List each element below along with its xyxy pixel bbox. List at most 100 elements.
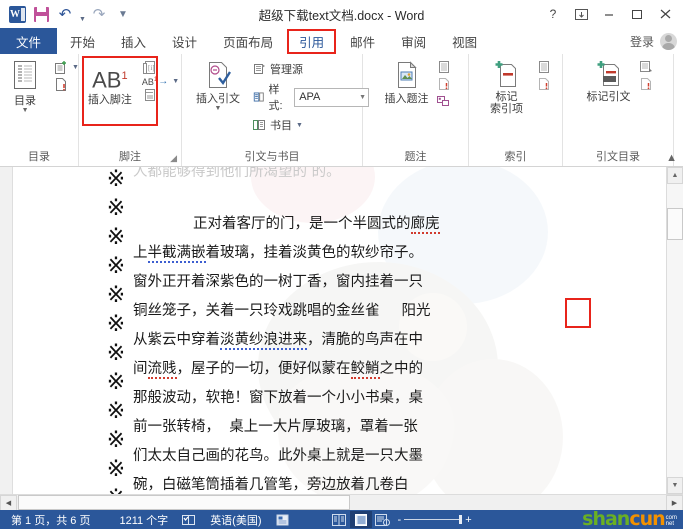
insert-footnote-button[interactable]: AB1 插入脚注 (81, 58, 139, 110)
add-text-dropdown-icon[interactable]: ▼ (72, 64, 79, 71)
ribbon-display-options-button[interactable] (567, 2, 595, 26)
tab-insert[interactable]: 插入 (108, 28, 159, 54)
next-footnote-button[interactable]: AB1 → ▼ (142, 76, 179, 87)
word-logo-icon: W (6, 3, 28, 25)
zoom-slider[interactable]: - + (394, 514, 476, 526)
manage-sources-button[interactable]: 管理源 (252, 61, 369, 77)
footnote-dialog-launcher[interactable]: ◢ (170, 153, 177, 164)
sign-in-area[interactable]: 登录 (630, 28, 683, 54)
manage-sources-icon (254, 64, 265, 74)
language-status[interactable]: 英语(美国) (203, 512, 268, 528)
insert-caption-icon (397, 61, 417, 88)
insert-caption-label: 插入题注 (384, 93, 429, 105)
watermark-text-part2: cun (629, 508, 665, 530)
save-icon[interactable] (30, 3, 52, 25)
window-controls: ? (539, 2, 683, 26)
show-notes-button[interactable] (142, 88, 179, 102)
toc-button[interactable]: 目录 ▼ (0, 58, 51, 116)
tab-view[interactable]: 视图 (439, 28, 490, 54)
ribbon-group-footnote-label: 脚注 (119, 151, 141, 163)
document-text-body[interactable]: 人都能够得到他们所渴望的 的。 正对着客厅的门，是一个半圆式的廊庑 上半截满嵌着… (133, 167, 655, 494)
vertical-scrollbar[interactable]: ▲ ▼ (666, 167, 683, 494)
read-mode-view-button[interactable] (328, 511, 350, 528)
word-count-status[interactable]: 1211 个字 (97, 512, 175, 528)
undo-dropdown-icon[interactable]: ▼ (78, 1, 86, 28)
tab-file[interactable]: 文件 (0, 28, 58, 54)
decoration-char: ※ (106, 312, 126, 337)
ribbon-group-toc: 目录 ▼ ▼ 目录 (0, 54, 79, 166)
spell-check-icon[interactable] (175, 514, 203, 526)
decoration-char: ※ (106, 283, 126, 308)
mark-citation-button[interactable]: 标记引文 (583, 58, 635, 106)
tab-review[interactable]: 审阅 (388, 28, 439, 54)
insert-table-of-authorities-button[interactable] (638, 60, 654, 74)
collapse-ribbon-button[interactable]: ▲ (666, 152, 677, 164)
bibliography-label: 书目 (270, 120, 292, 132)
scroll-up-button[interactable]: ▲ (667, 167, 683, 184)
update-index-icon (538, 78, 549, 90)
zoom-out-button[interactable]: - (398, 514, 402, 526)
minimize-button[interactable] (595, 2, 623, 26)
document-page[interactable]: ※ ※ ※ ※ ※ ※ ※ ※ ※ ※ ※ ※ ※ 人都能够得到他们所渴望的 的… (13, 167, 683, 494)
bibliography-dropdown-icon[interactable]: ▼ (296, 122, 303, 129)
citation-style-combo[interactable]: APA ▼ (294, 87, 370, 107)
close-button[interactable] (651, 2, 679, 26)
cross-reference-button[interactable] (436, 94, 451, 108)
web-layout-view-button[interactable] (372, 511, 394, 528)
insert-index-button[interactable] (536, 60, 551, 74)
tab-mailings[interactable]: 邮件 (337, 28, 388, 54)
undo-icon[interactable]: ↶ (54, 3, 76, 25)
macro-record-icon[interactable] (269, 514, 296, 526)
print-layout-view-button[interactable] (349, 511, 372, 528)
update-toa-button[interactable] (638, 77, 654, 91)
toc-dropdown-icon[interactable]: ▼ (22, 107, 29, 114)
decoration-char: ※ (106, 167, 126, 192)
vertical-scroll-thumb[interactable] (667, 208, 683, 240)
cross-reference-icon (436, 96, 449, 106)
tab-design[interactable]: 设计 (159, 28, 210, 54)
zoom-track[interactable] (404, 515, 463, 524)
tab-references[interactable]: 引用 (286, 28, 337, 54)
ribbon-group-citations: 插入引文 ▼ 管理源 样式: APA ▼ 书目 ▼ 引文与书目 (182, 54, 370, 166)
document-line: 那般波动，软艳！窗下放着一个小小书桌，桌 (133, 390, 423, 406)
document-line: 窗外正开着深紫色的一树丁香，窗内挂着一只 (133, 274, 423, 290)
zoom-in-button[interactable]: + (465, 514, 471, 526)
update-table-button[interactable] (436, 77, 451, 91)
insert-table-of-figures-button[interactable] (436, 60, 451, 74)
help-button[interactable]: ? (539, 2, 567, 26)
citation-style-icon (253, 92, 264, 102)
decoration-char: ※ (106, 457, 126, 482)
customize-qat-icon[interactable]: ▼ (112, 3, 134, 25)
zoom-handle[interactable] (459, 515, 463, 524)
bibliography-button[interactable]: 书目 ▼ (252, 117, 369, 133)
page-number-status[interactable]: 第 1 页，共 6 页 (4, 512, 97, 528)
document-line: 正对着客厅的门，是一个半圆式的廊庑 (193, 216, 440, 234)
insert-citation-dropdown-icon[interactable]: ▼ (215, 105, 222, 112)
ribbon-group-index: 标记 索引项 索引 (469, 54, 563, 166)
add-text-button[interactable]: ▼ (54, 60, 79, 75)
update-index-button[interactable] (536, 77, 551, 91)
insert-caption-button[interactable]: 插入题注 (381, 58, 433, 108)
show-notes-icon (144, 89, 155, 101)
decoration-char: ※ (106, 254, 126, 279)
ribbon: 目录 ▼ ▼ 目录 AB1 插入脚注 [i] AB1 → ▼ 脚注 ◢ 插入引文… (0, 54, 683, 167)
update-toc-button[interactable] (54, 77, 79, 92)
update-table-icon (438, 78, 449, 90)
mark-entry-button[interactable]: 标记 索引项 (481, 58, 533, 117)
horizontal-scroll-thumb[interactable] (18, 495, 350, 510)
scroll-left-button[interactable]: ◀ (0, 494, 17, 511)
bibliography-icon (253, 120, 265, 130)
maximize-button[interactable] (623, 2, 651, 26)
toc-small-buttons: ▼ (54, 58, 79, 92)
tab-page-layout[interactable]: 页面布局 (210, 28, 286, 54)
insert-citation-button[interactable]: 插入引文 ▼ (187, 58, 249, 114)
svg-text:[i]: [i] (148, 64, 155, 72)
next-footnote-dropdown-icon[interactable]: ▼ (172, 78, 179, 85)
scroll-right-button[interactable]: ▶ (666, 494, 683, 511)
insert-endnote-button[interactable]: [i] (142, 60, 179, 75)
tab-home[interactable]: 开始 (57, 28, 108, 54)
redo-icon[interactable]: ↷ (88, 3, 110, 25)
citation-style-row: 样式: APA ▼ (252, 81, 370, 113)
scroll-down-button[interactable]: ▼ (667, 477, 683, 494)
horizontal-scrollbar[interactable]: ◀ ▶ (0, 494, 683, 511)
